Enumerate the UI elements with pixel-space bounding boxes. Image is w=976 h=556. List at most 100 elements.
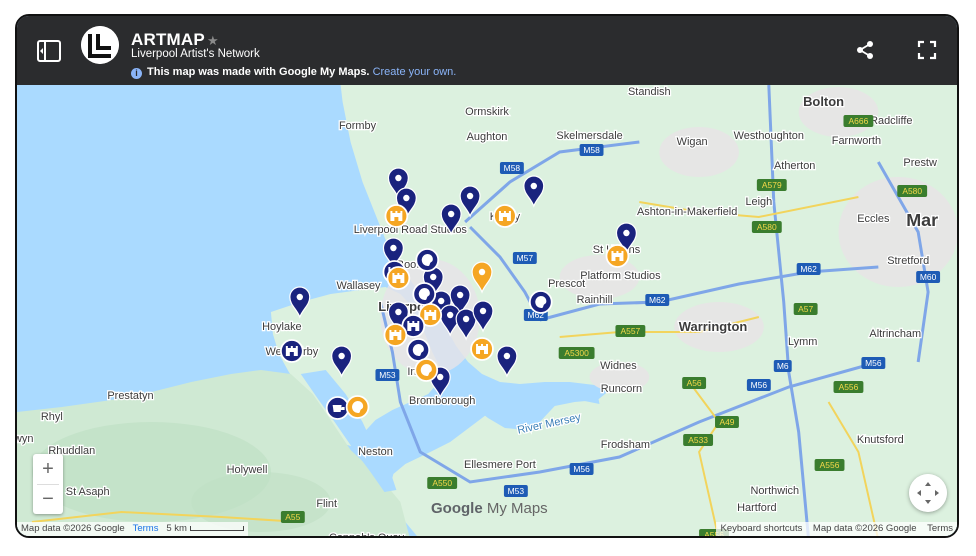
map-castle-marker[interactable] xyxy=(386,266,411,290)
zoom-in-button[interactable]: + xyxy=(33,454,63,484)
map-castle-marker[interactable] xyxy=(470,337,494,361)
recenter-icon[interactable] xyxy=(909,474,947,512)
map-castle-marker[interactable] xyxy=(384,204,409,228)
place-label-altrincham: Altrincham xyxy=(869,328,921,340)
road-shield-label: A49 xyxy=(719,417,734,427)
road-shield-m57: M57 xyxy=(512,252,537,264)
place-label-knutsford: Knutsford xyxy=(857,434,904,446)
map-subtitle: Liverpool Artist's Network xyxy=(131,48,260,60)
road-shield-a533: A533 xyxy=(683,434,714,446)
road-shield-a556: A556 xyxy=(814,459,845,471)
place-label-neston: Neston xyxy=(358,446,393,458)
road-shield-label: A556 xyxy=(820,460,840,470)
place-label-farnworth: Farnworth xyxy=(832,135,881,147)
create-your-own-link[interactable]: Create your own. xyxy=(373,66,457,78)
map-palette-marker[interactable] xyxy=(528,290,553,314)
place-label-lymm: Lymm xyxy=(788,336,817,348)
place-label-st-asaph: St Asaph xyxy=(66,486,110,498)
road-shield-m58: M58 xyxy=(499,162,524,174)
road-shield-a550: A550 xyxy=(427,477,458,489)
place-label-wallasey: Wallasey xyxy=(337,280,382,292)
place-label-towyn: Towyn xyxy=(17,433,34,445)
road-shield-m56: M56 xyxy=(861,357,886,369)
fullscreen-icon[interactable] xyxy=(917,40,937,60)
road-shield-label: A550 xyxy=(432,478,452,488)
attribution-text-left: Map data ©2026 Google xyxy=(21,523,125,534)
road-shield-a557: A557 xyxy=(615,325,646,337)
scale-label: 5 km xyxy=(166,523,187,534)
place-label-connah-s-quay: Connah's Quay xyxy=(329,532,405,538)
road-shield-label: A557 xyxy=(621,326,641,336)
road-shield-label: A579 xyxy=(762,180,782,190)
place-label-skelmersdale: Skelmersdale xyxy=(556,130,622,142)
place-label-prestatyn: Prestatyn xyxy=(107,390,153,402)
map-canvas[interactable]: Ormskirk Standish Bolton Formby Skelmersdale… xyxy=(17,85,957,538)
header-bar: ARTMAP ★ Liverpool Artist's Network i Thi… xyxy=(17,16,957,85)
map-castle-marker[interactable] xyxy=(383,323,408,347)
map-frame: ARTMAP ★ Liverpool Artist's Network i Thi… xyxy=(15,14,959,538)
road-shield-label: A580 xyxy=(902,186,922,196)
road-shield-a57: A57 xyxy=(793,303,818,315)
map-palette-marker[interactable] xyxy=(415,248,440,272)
road-shield-m53: M53 xyxy=(503,485,528,497)
place-label-radcliffe: Radcliffe xyxy=(870,115,912,127)
road-shield-a580: A580 xyxy=(751,221,782,233)
road-shield-label: A56 xyxy=(687,378,702,388)
map-palette-marker[interactable] xyxy=(406,338,431,362)
road-shield-m6: M6 xyxy=(773,360,792,372)
road-shield-label: A580 xyxy=(757,222,777,232)
terms-link-left[interactable]: Terms xyxy=(133,523,159,534)
map-castle-marker[interactable] xyxy=(279,339,304,363)
road-shield-label: M57 xyxy=(517,253,534,263)
place-label-prescot: Prescot xyxy=(548,278,585,290)
urban-wigan xyxy=(659,127,739,177)
map-cup-marker[interactable] xyxy=(325,396,350,420)
share-icon[interactable] xyxy=(855,40,875,60)
place-label-hartford: Hartford xyxy=(737,502,777,514)
road-shield-label: M62 xyxy=(800,264,817,274)
map-castle-marker[interactable] xyxy=(493,204,517,228)
my-maps-notice: i This map was made with Google My Maps. … xyxy=(131,66,456,79)
place-label-formby: Formby xyxy=(339,120,377,132)
zoom-out-button[interactable]: − xyxy=(33,484,63,514)
map-castle-marker[interactable] xyxy=(605,244,630,268)
road-shield-a580: A580 xyxy=(897,185,928,197)
road-shield-m62: M62 xyxy=(796,263,821,275)
road-shield-a579: A579 xyxy=(756,179,787,191)
place-label-frodsham: Frodsham xyxy=(601,439,650,451)
place-label-bromborough: Bromborough xyxy=(409,395,475,407)
road-shield-label: A55 xyxy=(285,512,300,522)
place-label-eccles: Eccles xyxy=(857,213,890,225)
notice-text: This map was made with Google My Maps. xyxy=(147,66,370,78)
sidebar-toggle-icon[interactable] xyxy=(37,40,61,62)
place-label-standish: Standish xyxy=(628,86,671,98)
road-shield-label: M60 xyxy=(920,272,937,282)
attribution-left: Map data ©2026 Google Terms 5 km xyxy=(17,522,248,536)
place-label-flint: Flint xyxy=(316,498,337,510)
road-shield-m62: M62 xyxy=(645,294,670,306)
road-shield-m53: M53 xyxy=(375,369,400,381)
terms-link-right[interactable]: Terms xyxy=(927,523,953,534)
keyboard-shortcuts-link[interactable]: Keyboard shortcuts xyxy=(720,523,802,534)
place-label-bolton: Bolton xyxy=(803,94,844,109)
road-shield-label: A666 xyxy=(849,116,869,126)
place-label-holywell: Holywell xyxy=(227,464,268,476)
place-label-rainhill: Rainhill xyxy=(577,294,613,306)
map-palette-marker[interactable] xyxy=(414,358,439,382)
place-label-atherton: Atherton xyxy=(774,160,815,172)
map-palette-marker[interactable] xyxy=(345,395,370,419)
place-label-warrington: Warrington xyxy=(679,319,748,334)
star-icon[interactable]: ★ xyxy=(207,33,219,49)
place-label-northwich: Northwich xyxy=(750,485,799,497)
map-palette-marker[interactable] xyxy=(412,282,437,306)
place-label-ashton-in-makerfield: Ashton-in-Makerfield xyxy=(637,206,737,218)
place-label-stretford: Stretford xyxy=(887,255,929,267)
road-shield-label: A5300 xyxy=(564,348,589,358)
road-shield-label: M53 xyxy=(508,486,525,496)
place-label-prestw: Prestw xyxy=(903,157,937,169)
road-shield-a556: A556 xyxy=(833,381,864,393)
road-shield-label: M53 xyxy=(379,370,396,380)
road-shield-a55: A55 xyxy=(280,511,305,523)
road-shield-label: M6 xyxy=(777,361,789,371)
road-shield-m56: M56 xyxy=(746,379,771,391)
